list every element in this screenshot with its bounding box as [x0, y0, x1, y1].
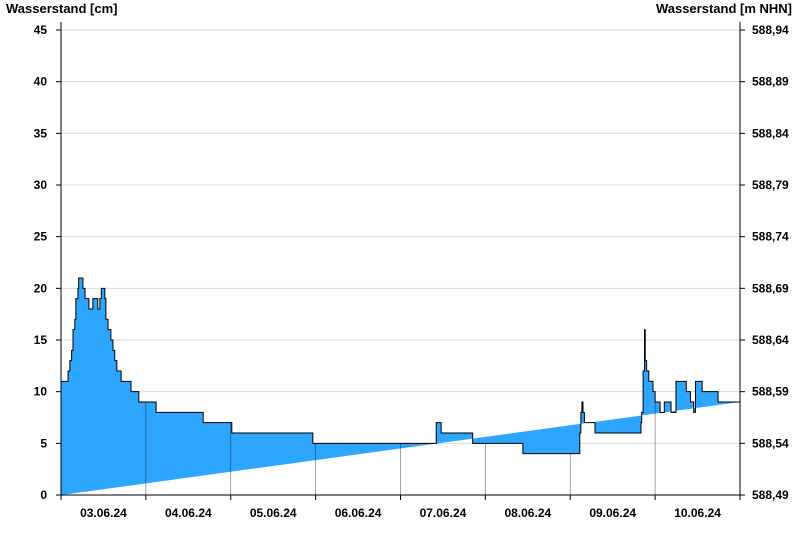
- y-tick-label-right-6: 588,79: [752, 178, 789, 192]
- y-tick-label-right-5: 588,74: [752, 230, 789, 244]
- y-tick-label-left-0: 0: [40, 488, 47, 502]
- y-tick-label-right-4: 588,69: [752, 281, 789, 295]
- y-tick-label-left-8: 40: [34, 75, 48, 89]
- y-tick-label-right-9: 588,94: [752, 23, 789, 37]
- x-tick-label-7: 10.06.24: [674, 506, 721, 520]
- left-axis-title: Wasserstand [cm]: [6, 1, 118, 16]
- x-tick-label-6: 09.06.24: [589, 506, 636, 520]
- y-tick-label-left-6: 30: [34, 178, 48, 192]
- y-tick-label-right-7: 588,84: [752, 126, 789, 140]
- y-tick-label-left-1: 5: [40, 436, 47, 450]
- y-tick-label-left-4: 20: [34, 281, 48, 295]
- right-axis-title: Wasserstand [m NHN]: [655, 1, 792, 16]
- plot-area: 0 588,49 5 588,54 10 588,59 15 588,64 20 588,69 25…: [34, 22, 789, 520]
- y-tick-label-left-9: 45: [34, 23, 48, 37]
- y-tick-label-right-1: 588,54: [752, 436, 789, 450]
- y-tick-label-left-2: 10: [34, 385, 48, 399]
- x-tick-label-4: 07.06.24: [420, 506, 467, 520]
- y-tick-label-right-8: 588,89: [752, 75, 789, 89]
- x-tick-label-1: 04.06.24: [165, 506, 212, 520]
- y-tick-label-left-3: 15: [34, 333, 48, 347]
- y-tick-label-right-2: 588,59: [752, 385, 789, 399]
- y-tick-label-left-7: 35: [34, 126, 48, 140]
- x-tick-label-3: 06.06.24: [335, 506, 382, 520]
- x-tick-label-0: 03.06.24: [80, 506, 127, 520]
- x-tick-label-5: 08.06.24: [504, 506, 551, 520]
- y-tick-label-right-3: 588,64: [752, 333, 789, 347]
- y-tick-label-right-0: 588,49: [752, 488, 789, 502]
- y-tick-label-left-5: 25: [34, 230, 48, 244]
- x-tick-label-2: 05.06.24: [250, 506, 297, 520]
- water-level-chart: Wasserstand [cm] Wasserstand [m NHN] 0 58…: [0, 0, 800, 550]
